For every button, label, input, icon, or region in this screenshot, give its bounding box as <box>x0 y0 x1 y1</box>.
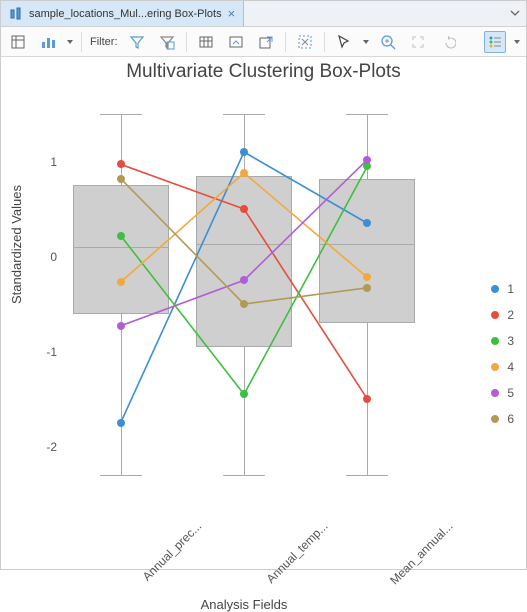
swap-axes-button[interactable] <box>225 31 247 53</box>
data-point <box>363 156 371 164</box>
tab-bar: sample_locations_Mul...ering Box-Plots × <box>1 1 526 27</box>
y-axis: -2 -1 0 1 <box>39 95 59 513</box>
plot-area[interactable] <box>59 95 429 513</box>
legend-item[interactable]: 6 <box>491 412 514 426</box>
legend-item[interactable]: 4 <box>491 360 514 374</box>
data-point <box>117 419 125 427</box>
data-point <box>117 278 125 286</box>
y-tick: -1 <box>46 345 57 359</box>
x-tick: Mean_annual... <box>388 519 456 587</box>
y-tick: 0 <box>50 250 57 264</box>
legend-dot-icon <box>491 311 499 319</box>
legend-dot-icon <box>491 389 499 397</box>
data-point <box>240 169 248 177</box>
tab-title: sample_locations_Mul...ering Box-Plots <box>29 8 222 20</box>
data-point <box>117 232 125 240</box>
chart-title: Multivariate Clustering Box-Plots <box>1 57 526 83</box>
full-extent-button <box>407 31 429 53</box>
filter-selection-button[interactable] <box>126 31 148 53</box>
table-button[interactable] <box>195 31 217 53</box>
dropdown-caret-icon <box>363 35 369 49</box>
legend: 1 2 3 4 5 6 <box>491 282 514 426</box>
legend-item[interactable]: 2 <box>491 308 514 322</box>
legend-item[interactable]: 5 <box>491 386 514 400</box>
chart-area: Multivariate Clustering Box-Plots Standa… <box>1 57 526 569</box>
legend-dot-icon <box>491 363 499 371</box>
data-point <box>117 160 125 168</box>
x-axis-label: Analysis Fields <box>59 597 429 612</box>
filter-label: Filter: <box>90 36 118 48</box>
data-point <box>240 276 248 284</box>
legend-dot-icon <box>491 337 499 345</box>
y-tick: -2 <box>46 440 57 454</box>
data-point <box>363 273 371 281</box>
separator <box>285 32 286 52</box>
tab-chart[interactable]: sample_locations_Mul...ering Box-Plots × <box>1 1 244 26</box>
dropdown-caret-icon <box>67 35 73 49</box>
data-point <box>363 284 371 292</box>
legend-label: 1 <box>507 282 514 296</box>
data-point <box>240 205 248 213</box>
legend-label: 6 <box>507 412 514 426</box>
clear-selection-button[interactable] <box>294 31 316 53</box>
filter-extent-button[interactable] <box>156 31 178 53</box>
legend-toggle-button[interactable] <box>484 31 506 53</box>
data-point <box>117 175 125 183</box>
chart-type-button[interactable] <box>37 31 59 53</box>
undo-zoom-button <box>437 31 459 53</box>
data-point <box>117 322 125 330</box>
toolbar: Filter: <box>1 27 526 57</box>
legend-item[interactable]: 1 <box>491 282 514 296</box>
select-tool-button[interactable] <box>333 31 355 53</box>
boxplot-icon <box>9 7 23 21</box>
data-point <box>363 395 371 403</box>
separator <box>324 32 325 52</box>
tab-dropdown-icon[interactable] <box>504 7 526 21</box>
data-point <box>363 219 371 227</box>
legend-dot-icon <box>491 415 499 423</box>
x-tick: Annual_temp... <box>264 519 331 586</box>
data-point <box>240 148 248 156</box>
data-point <box>240 300 248 308</box>
data-point <box>240 390 248 398</box>
properties-button[interactable] <box>7 31 29 53</box>
zoom-in-button[interactable] <box>377 31 399 53</box>
close-icon[interactable]: × <box>228 6 236 21</box>
legend-item[interactable]: 3 <box>491 334 514 348</box>
separator <box>81 32 82 52</box>
x-tick: Annual_prec... <box>139 519 204 584</box>
x-axis: Annual_prec...Annual_temp...Mean_annual.… <box>59 513 429 593</box>
y-axis-label: Standardized Values <box>9 185 24 304</box>
y-tick: 1 <box>50 155 57 169</box>
legend-label: 5 <box>507 386 514 400</box>
separator <box>186 32 187 52</box>
legend-dot-icon <box>491 285 499 293</box>
export-button[interactable] <box>255 31 277 53</box>
legend-label: 3 <box>507 334 514 348</box>
legend-label: 2 <box>507 308 514 322</box>
dropdown-caret-icon <box>514 35 520 49</box>
legend-label: 4 <box>507 360 514 374</box>
